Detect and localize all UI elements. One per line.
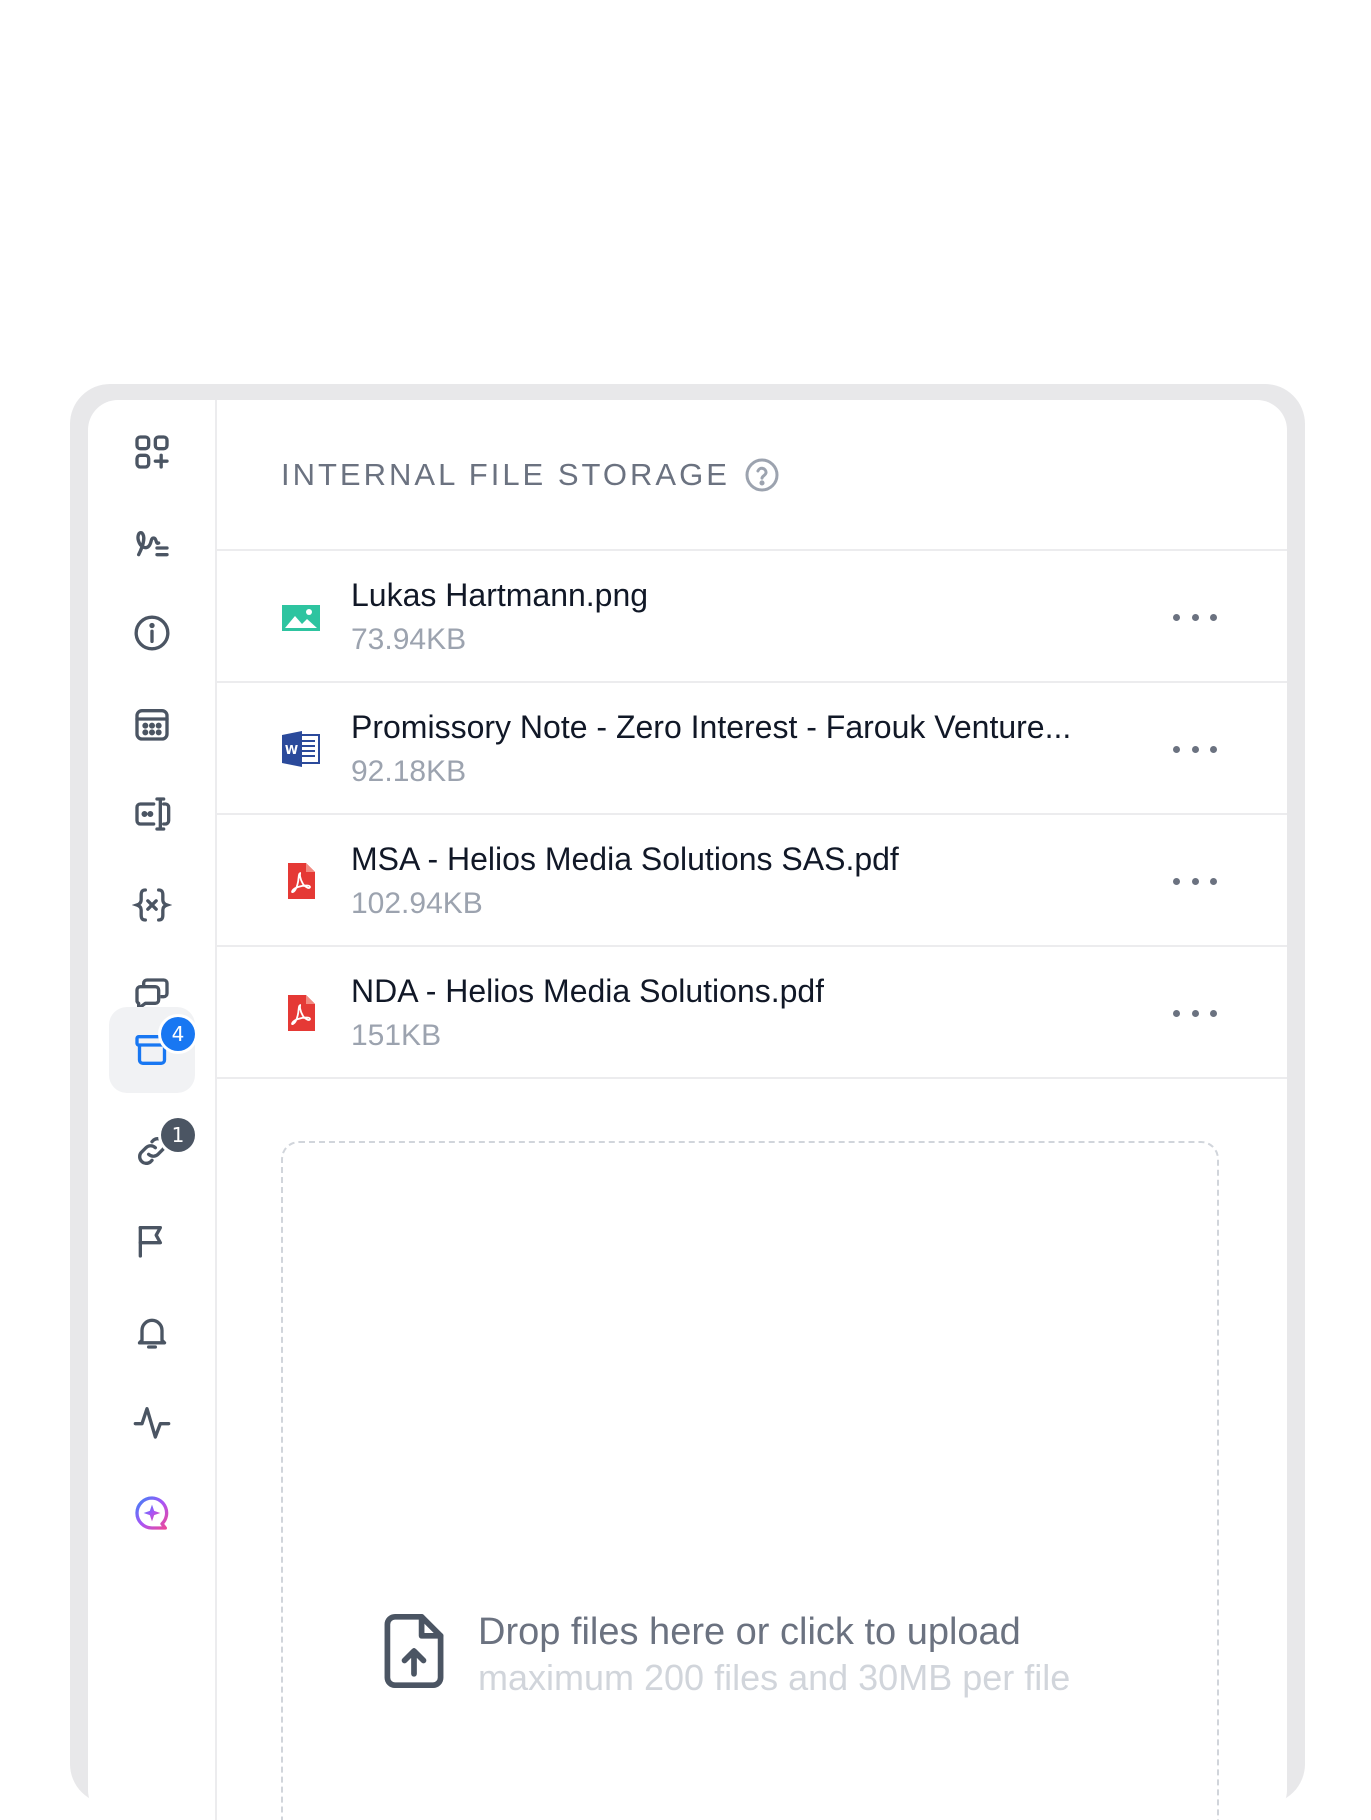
file-name: MSA - Helios Media Solutions SAS.pdf bbox=[351, 841, 899, 877]
sidebar-item-info[interactable] bbox=[109, 590, 195, 676]
calendar-icon bbox=[135, 709, 169, 741]
pdf-file-icon bbox=[288, 995, 315, 1031]
sidebar-item-links[interactable]: 1 bbox=[109, 1108, 195, 1194]
file-size: 92.18KB bbox=[351, 755, 467, 788]
file-row[interactable]: W Promissory Note - Zero Interest - Faro… bbox=[217, 683, 1287, 815]
sidebar-item-variables[interactable] bbox=[109, 862, 195, 948]
image-file-icon bbox=[282, 605, 320, 631]
more-options-button[interactable] bbox=[1173, 993, 1217, 1033]
ai-assistant-icon bbox=[135, 1496, 169, 1530]
sidebar-item-files[interactable]: 4 bbox=[109, 1007, 195, 1093]
file-row[interactable]: NDA - Helios Media Solutions.pdf 151KB bbox=[217, 947, 1287, 1079]
file-size: 102.94KB bbox=[351, 887, 483, 920]
sidebar-item-signature[interactable] bbox=[109, 500, 195, 586]
files-count-badge: 4 bbox=[161, 1017, 195, 1051]
sidebar-item-input-field[interactable] bbox=[109, 771, 195, 857]
app-panel: 4 1 INTERNAL FILE STORAGE Lukas Hartmann… bbox=[88, 400, 1287, 1820]
sidebar-item-apps[interactable] bbox=[109, 409, 195, 495]
bell-icon bbox=[137, 1318, 167, 1349]
file-storage-panel: INTERNAL FILE STORAGE Lukas Hartmann.png… bbox=[217, 400, 1287, 1820]
file-row[interactable]: MSA - Helios Media Solutions SAS.pdf 102… bbox=[217, 815, 1287, 947]
flag-icon bbox=[138, 1226, 162, 1258]
file-name: NDA - Helios Media Solutions.pdf bbox=[351, 973, 825, 1009]
more-options-button[interactable] bbox=[1173, 729, 1217, 769]
sidebar-item-ai-assistant[interactable] bbox=[109, 1470, 195, 1556]
file-row[interactable]: Lukas Hartmann.png 73.94KB bbox=[217, 551, 1287, 683]
links-count-badge: 1 bbox=[161, 1118, 195, 1152]
input-field-icon bbox=[135, 797, 171, 831]
file-name: Promissory Note - Zero Interest - Farouk… bbox=[351, 709, 1072, 745]
svg-text:W: W bbox=[285, 743, 298, 757]
upload-dropzone[interactable]: Drop files here or click to upload maxim… bbox=[281, 1141, 1219, 1820]
dropzone-subtitle: maximum 200 files and 30MB per file bbox=[478, 1657, 1071, 1698]
apps-add-icon bbox=[135, 435, 169, 469]
page-title: INTERNAL FILE STORAGE bbox=[281, 456, 730, 492]
file-name: Lukas Hartmann.png bbox=[351, 577, 649, 613]
signature-icon bbox=[136, 531, 169, 557]
question-circle-icon[interactable] bbox=[744, 457, 780, 493]
word-file-icon: W bbox=[282, 731, 320, 767]
file-upload-icon bbox=[384, 1613, 444, 1689]
file-storage-header: INTERNAL FILE STORAGE bbox=[217, 400, 1287, 551]
sidebar-item-notifications[interactable] bbox=[109, 1289, 195, 1375]
more-options-button[interactable] bbox=[1173, 597, 1217, 637]
sidebar-item-flag[interactable] bbox=[109, 1198, 195, 1284]
sidebar-item-activity[interactable] bbox=[109, 1379, 195, 1465]
sidebar-item-calendar[interactable] bbox=[109, 681, 195, 767]
file-list: Lukas Hartmann.png 73.94KB W Promissory … bbox=[217, 551, 1287, 1079]
info-icon bbox=[134, 615, 170, 651]
sidebar: 4 1 bbox=[88, 400, 217, 1820]
variable-icon bbox=[132, 888, 172, 922]
pdf-file-icon bbox=[288, 863, 315, 899]
dropzone-title: Drop files here or click to upload bbox=[478, 1611, 1021, 1653]
more-options-button[interactable] bbox=[1173, 861, 1217, 901]
activity-icon bbox=[133, 1407, 171, 1439]
file-size: 73.94KB bbox=[351, 623, 467, 656]
file-size: 151KB bbox=[351, 1019, 442, 1052]
